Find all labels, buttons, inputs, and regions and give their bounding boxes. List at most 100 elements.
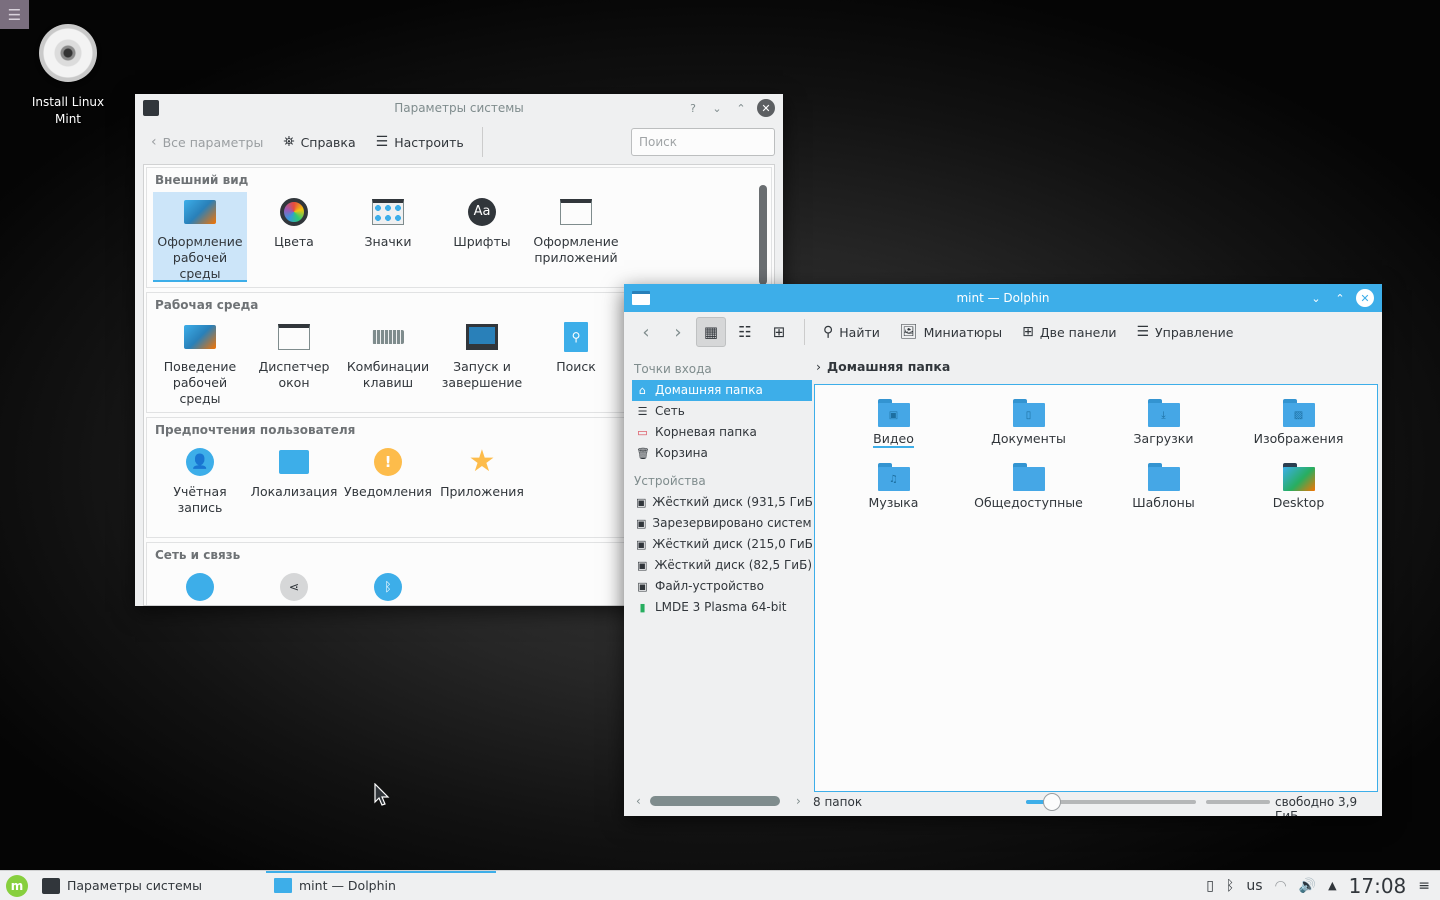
module-workspace-theme[interactable]: Оформление рабочей среды [153,192,247,282]
file-view[interactable]: ▣ Видео ▯ Документы ⤓ Загрузки ▨ Изображения… [814,384,1378,792]
scrollbar[interactable] [758,175,768,285]
minimize-icon[interactable]: ⌄ [1308,290,1324,306]
free-space-bar [1206,800,1270,804]
maximize-icon[interactable]: ⌃ [733,100,749,116]
zoom-slider[interactable] [1026,793,1196,811]
module-applications[interactable]: ★ Приложения [435,442,529,532]
hard-disk-icon: ▣ [636,517,647,530]
desktop-icon-label: Install Linux Mint [31,95,105,126]
panel-menu-icon[interactable]: ≡ [1418,878,1430,894]
device-item[interactable]: ▮ LMDE 3 Plasma 64-bit [632,597,812,618]
bluetooth-icon: ᛒ [372,571,404,603]
minimize-icon[interactable]: ⌄ [709,100,725,116]
configure-label: Настроить [394,134,464,150]
dolphin-titlebar[interactable]: mint — Dolphin ⌄ ⌃ ✕ [624,284,1382,312]
desktop-menu-button[interactable]: ☰ [0,0,29,29]
help-icon[interactable]: ? [685,100,701,116]
back-arrow-icon[interactable]: ‹ [632,318,660,346]
category-title: Внешний вид [155,173,249,187]
settings-toolbar: ‹ Все параметры ⛯ Справка ☰ Настроить По… [135,122,783,162]
places-horizontal-scrollbar[interactable] [650,796,780,806]
help-label: Справка [300,134,356,150]
module-localization[interactable]: Локализация [247,442,341,532]
module-workspace-behavior[interactable]: Поведение рабочей среды [153,317,247,407]
control-menu-button[interactable]: ☰ Управление [1128,318,1241,346]
bluetooth-icon[interactable]: ᛒ [1226,878,1234,894]
place-root[interactable]: ▭ Корневая папка [632,422,812,443]
module-label: Оформление рабочей среды [157,234,243,281]
module-fonts[interactable]: Aa Шрифты [435,192,529,282]
system-tray: ▯ ᛒ us ◠ 🔊 ▲ 17:08 ≡ [1206,874,1440,898]
folder-item[interactable]: ▣ Видео [826,395,961,455]
module-icons[interactable]: Значки [341,192,435,282]
configure-button[interactable]: ☰ Настроить [368,128,472,156]
icons-view-button[interactable]: ▦ [696,317,726,347]
clock[interactable]: 17:08 [1349,874,1407,898]
module-colors[interactable]: Цвета [247,192,341,282]
place-network[interactable]: ☰ Сеть [632,401,812,422]
task-label: mint — Dolphin [299,878,396,893]
task-dolphin[interactable]: mint — Dolphin [266,870,496,900]
module-user-account[interactable]: 👤 Учётная запись [153,442,247,532]
grid-icon: ▦ [703,323,719,341]
module-label: Оформление приложений [533,234,619,265]
search-input[interactable]: Поиск [631,128,775,156]
module-search[interactable]: ⚲ Поиск [529,317,623,407]
module-startup-shutdown[interactable]: Запуск и завершение [435,317,529,407]
device-label: Зарезервировано системой [652,516,812,530]
help-button[interactable]: ⛯ Справка [275,128,363,156]
close-icon[interactable]: ✕ [1356,289,1374,307]
folder-item[interactable]: Desktop [1231,459,1366,519]
place-trash[interactable]: 🗑 Корзина [632,443,812,464]
folder-item[interactable]: ⤓ Загрузки [1096,395,1231,455]
volume-icon[interactable]: 🔊 [1299,878,1316,894]
tray-expand-icon[interactable]: ▲ [1328,879,1336,892]
folder-item[interactable]: ♫ Музыка [826,459,961,519]
scroll-left-icon[interactable]: ‹ [636,794,641,808]
device-item[interactable]: ▣ Жёсткий диск (82,5 ГиБ) [632,555,812,576]
places-panel: Точки входа ⌂ Домашняя папка ☰ Сеть ▭ Корне… [632,356,812,786]
close-icon[interactable]: ✕ [757,99,775,117]
module-label: Локализация [250,484,338,499]
scrollbar-thumb[interactable] [759,185,767,285]
install-linux-mint-desktop-icon[interactable]: Install Linux Mint [28,24,108,128]
file-label: Музыка [868,495,919,510]
module-network-settings[interactable] [153,567,247,605]
previews-button[interactable]: 🖼 Миниатюры [892,318,1010,346]
module-shortcuts[interactable]: Комбинации клавиш [341,317,435,407]
folder-item[interactable]: Шаблоны [1096,459,1231,519]
module-label: Диспетчер окон [258,359,330,390]
network-icon[interactable]: ◠ [1275,878,1287,894]
usb-device-icon[interactable]: ▯ [1206,878,1214,894]
folder-item[interactable]: ▯ Документы [961,395,1096,455]
details-view-button[interactable]: ⊞ [764,317,794,347]
maximize-icon[interactable]: ⌃ [1332,290,1348,306]
find-button[interactable]: ⚲ Найти [815,318,888,346]
device-item[interactable]: ▣ Файл-устройство [632,576,812,597]
start-menu-button[interactable]: m [0,871,34,900]
folder-item[interactable]: ▨ Изображения [1231,395,1366,455]
forward-arrow-icon[interactable]: › [664,318,692,346]
module-window-manager[interactable]: Диспетчер окон [247,317,341,407]
tree-icon: ⊞ [772,323,786,341]
module-bluetooth[interactable]: ᛒ [341,567,435,605]
device-item[interactable]: ▣ Жёсткий диск (215,0 ГиБ) [632,534,812,555]
task-system-settings[interactable]: Параметры системы [34,871,266,900]
scroll-right-icon[interactable]: › [796,794,801,808]
settings-titlebar[interactable]: Параметры системы ? ⌄ ⌃ ✕ [135,94,783,122]
module-app-style[interactable]: Оформление приложений [529,192,623,282]
split-view-button[interactable]: ⊞ Две панели [1014,318,1124,346]
workspace-theme-icon [184,196,216,228]
device-item[interactable]: ▣ Жёсткий диск (931,5 ГиБ) [632,492,812,513]
keyboard-layout[interactable]: us [1246,878,1262,894]
breadcrumb[interactable]: › Домашняя папка [816,356,950,378]
all-settings-button[interactable]: ‹ Все параметры [143,128,271,156]
folder-item[interactable]: Общедоступные [961,459,1096,519]
device-item[interactable]: ▣ Зарезервировано системой [632,513,812,534]
module-notifications[interactable]: ! Уведомления [341,442,435,532]
zoom-slider-handle[interactable] [1042,793,1061,811]
globe-icon [184,571,216,603]
compact-view-button[interactable]: ☷ [730,317,760,347]
place-home[interactable]: ⌂ Домашняя папка [632,380,812,401]
module-sharing[interactable]: ⋖ [247,567,341,605]
